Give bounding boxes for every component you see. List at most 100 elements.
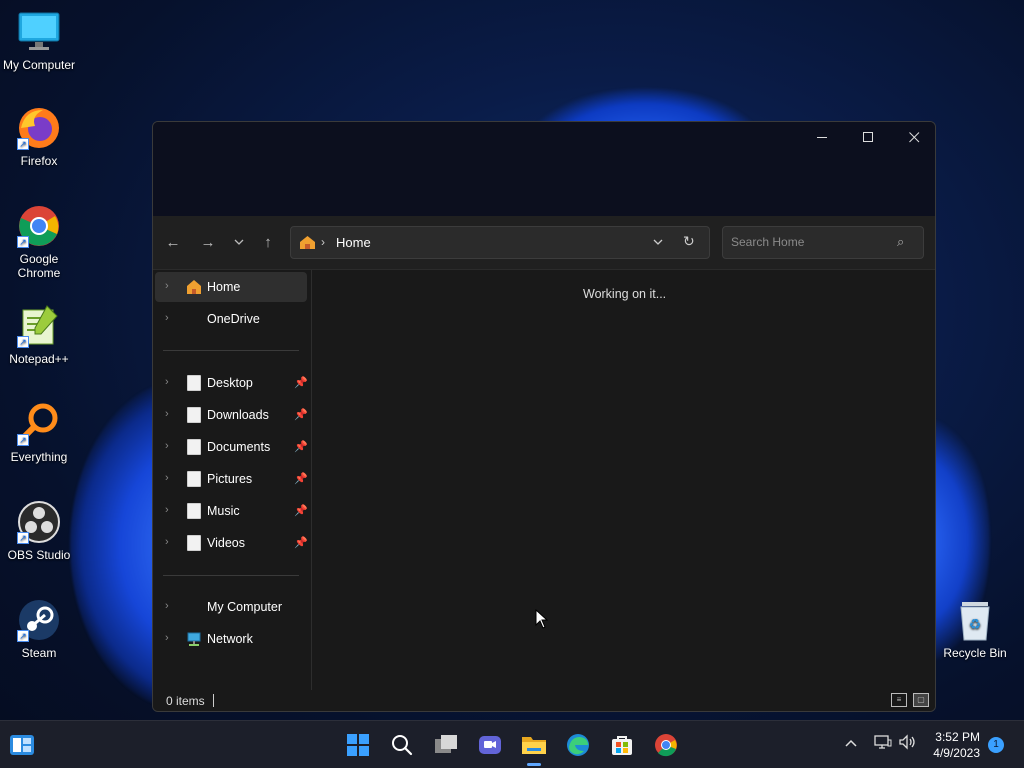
- widgets-button[interactable]: [7, 730, 37, 760]
- chrome-icon: ↗: [17, 204, 61, 248]
- everything-search-icon: ↗: [17, 402, 61, 446]
- store-icon: [612, 736, 632, 755]
- minimize-icon: [816, 136, 827, 138]
- expand-chevron-icon: ›: [165, 504, 169, 516]
- notification-badge[interactable]: 1: [988, 737, 1004, 753]
- pin-icon[interactable]: 📌: [294, 472, 308, 485]
- recent-locations-button[interactable]: [225, 228, 253, 256]
- chrome-icon: [655, 734, 677, 757]
- shortcut-arrow-icon: ↗: [17, 236, 29, 248]
- task-view-button[interactable]: [431, 730, 461, 760]
- search-button[interactable]: [387, 730, 417, 760]
- maximize-button[interactable]: [845, 122, 891, 152]
- home-icon: [187, 280, 201, 294]
- up-button[interactable]: ↑: [254, 228, 282, 256]
- pin-icon[interactable]: 📌: [294, 376, 308, 389]
- chevron-down-icon: [234, 239, 244, 245]
- sidebar-divider: [163, 350, 299, 351]
- desktop-icon-obs[interactable]: ↗ OBS Studio: [0, 500, 79, 562]
- sidebar-item-documents[interactable]: › Documents 📌: [155, 432, 308, 462]
- volume-button[interactable]: [899, 734, 917, 753]
- desktop-icon-chrome[interactable]: ↗ Google Chrome: [0, 204, 79, 280]
- refresh-icon: ↻: [683, 233, 695, 249]
- desktop-icon-everything[interactable]: ↗ Everything: [0, 402, 79, 464]
- sidebar-item-downloads[interactable]: › Downloads 📌: [155, 400, 308, 430]
- mouse-cursor-icon: [535, 609, 549, 629]
- sidebar-item-music[interactable]: › Music 📌: [155, 496, 308, 526]
- document-icon: [187, 503, 201, 519]
- pane-splitter[interactable]: [311, 270, 312, 690]
- desktop-icon-label: Steam: [21, 646, 57, 660]
- shortcut-arrow-icon: ↗: [17, 138, 29, 150]
- desktop-icon-recycle-bin[interactable]: ♻ Recycle Bin: [935, 598, 1015, 660]
- address-dropdown-button[interactable]: [653, 233, 663, 248]
- file-list-area[interactable]: Working on it...: [313, 270, 935, 690]
- document-icon: [187, 471, 201, 487]
- search-icon: [392, 735, 413, 756]
- sidebar-divider: [163, 575, 299, 576]
- details-view-button[interactable]: ≡: [891, 693, 907, 707]
- breadcrumb-home[interactable]: Home: [336, 235, 371, 250]
- window-titlebar[interactable]: [153, 122, 935, 216]
- sidebar-item-home[interactable]: › Home: [155, 272, 307, 302]
- chat-icon: [479, 736, 501, 754]
- sidebar-item-onedrive[interactable]: › OneDrive: [155, 304, 307, 334]
- large-icons-view-button[interactable]: ▢: [913, 693, 929, 707]
- firefox-icon: ↗: [17, 106, 61, 150]
- pin-icon[interactable]: 📌: [294, 440, 308, 453]
- desktop-icon-firefox[interactable]: ↗ Firefox: [0, 106, 79, 168]
- desktop-icon-steam[interactable]: ↗ Steam: [0, 598, 79, 660]
- close-icon: [908, 131, 919, 142]
- expand-chevron-icon: ›: [165, 536, 169, 548]
- store-button[interactable]: [607, 730, 637, 760]
- clock-time: 3:52 PM: [935, 730, 980, 744]
- address-bar[interactable]: › Home ↻: [290, 226, 710, 259]
- monitor-icon: [17, 10, 61, 54]
- pin-icon[interactable]: 📌: [294, 408, 308, 421]
- chrome-taskbar-button[interactable]: [651, 730, 681, 760]
- sidebar-item-my-computer[interactable]: › My Computer: [155, 592, 307, 622]
- sidebar-item-videos[interactable]: › Videos 📌: [155, 528, 308, 558]
- pin-icon[interactable]: 📌: [294, 536, 308, 549]
- document-icon: [187, 535, 201, 551]
- shortcut-arrow-icon: ↗: [17, 434, 29, 446]
- file-explorer-taskbar-button[interactable]: [519, 730, 549, 766]
- desktop-icon-label: Firefox: [20, 154, 58, 168]
- shortcut-arrow-icon: ↗: [17, 532, 29, 544]
- expand-chevron-icon: ›: [165, 600, 169, 612]
- back-button[interactable]: ←: [159, 228, 187, 256]
- sidebar-item-label: Desktop: [207, 376, 253, 390]
- search-box[interactable]: ⌕: [722, 226, 924, 259]
- speaker-icon: [899, 734, 915, 750]
- teams-chat-button[interactable]: [475, 730, 505, 760]
- taskbar-clock[interactable]: 3:52 PM 4/9/2023: [926, 729, 980, 761]
- pin-icon[interactable]: 📌: [294, 504, 308, 517]
- sidebar-item-label: Downloads: [207, 408, 269, 422]
- sidebar-item-network[interactable]: › Network: [155, 624, 307, 654]
- show-hidden-icons-button[interactable]: [845, 734, 857, 750]
- edge-button[interactable]: [563, 730, 593, 760]
- navigation-pane: › Home › OneDrive › Desktop 📌 › Download…: [153, 270, 312, 690]
- start-button[interactable]: [343, 730, 373, 760]
- recycle-bin-icon: ♻: [953, 598, 997, 642]
- desktop-icon-label: Google Chrome: [17, 252, 61, 280]
- sidebar-item-label: Documents: [207, 440, 271, 454]
- search-input[interactable]: [731, 235, 891, 249]
- desktop-icon-notepadpp[interactable]: ↗ Notepad++: [0, 304, 79, 366]
- sidebar-item-label: Pictures: [207, 472, 253, 486]
- obs-icon: ↗: [17, 500, 61, 544]
- edge-icon: [567, 734, 589, 756]
- minimize-button[interactable]: [799, 122, 845, 152]
- desktop-icon-my-computer[interactable]: My Computer: [0, 10, 79, 72]
- sidebar-item-label: Music: [207, 504, 240, 518]
- desktop-icon-label: Recycle Bin: [943, 646, 1007, 660]
- refresh-button[interactable]: ↻: [683, 233, 695, 250]
- expand-chevron-icon: ›: [165, 632, 169, 644]
- expand-chevron-icon: ›: [165, 312, 169, 324]
- network-status-button[interactable]: [874, 734, 892, 753]
- close-button[interactable]: [891, 122, 935, 152]
- forward-button[interactable]: →: [194, 228, 222, 256]
- sidebar-item-desktop[interactable]: › Desktop 📌: [155, 368, 308, 398]
- sidebar-item-pictures[interactable]: › Pictures 📌: [155, 464, 308, 494]
- svg-text:♻: ♻: [969, 617, 982, 633]
